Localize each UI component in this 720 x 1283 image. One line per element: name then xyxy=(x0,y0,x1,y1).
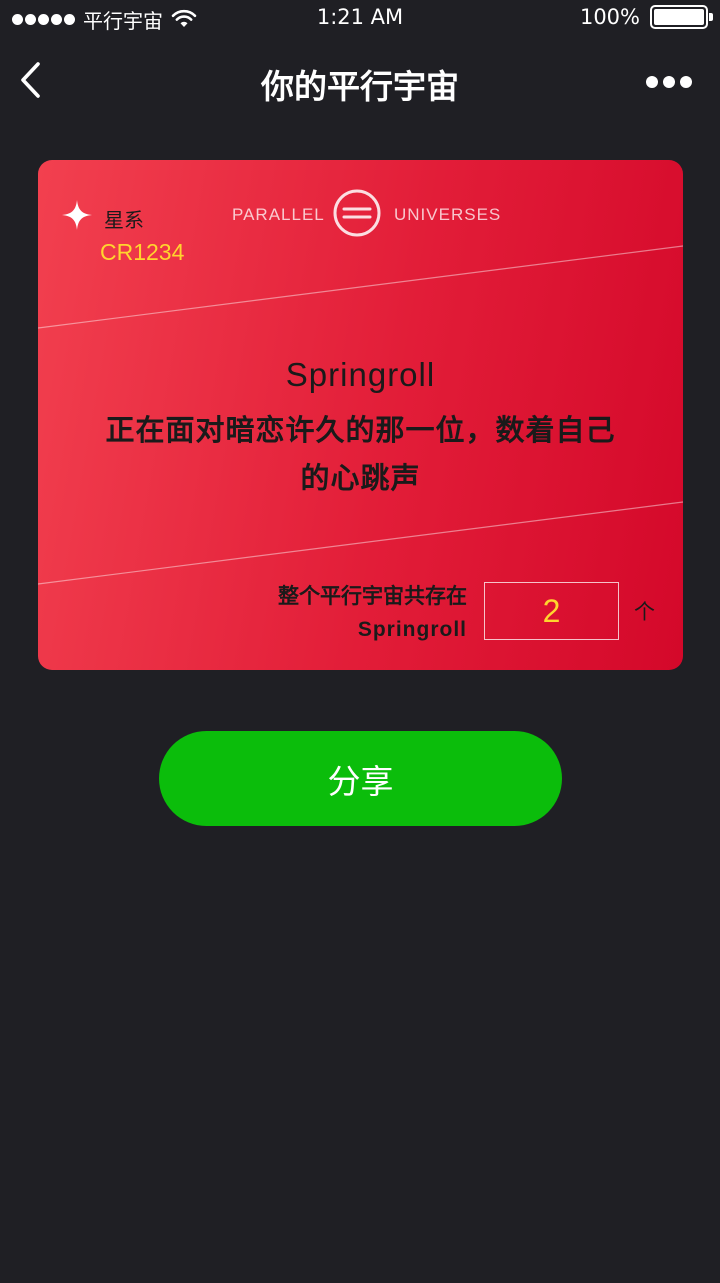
galaxy-code: CR1234 xyxy=(100,239,185,265)
battery-percent: 100% xyxy=(579,5,640,29)
dot xyxy=(646,76,658,88)
count-box: 2 xyxy=(484,582,619,640)
page-title: 你的平行宇宙 xyxy=(261,67,459,106)
count-unit: 个 xyxy=(634,600,655,624)
dot xyxy=(680,76,692,88)
dot xyxy=(663,76,675,88)
parallel-universes-logo-icon xyxy=(333,189,381,237)
share-button[interactable]: 分享 xyxy=(159,731,562,826)
screen: 平行宇宙 1:21 AM 100% 你的平行宇宙 星系 CR1234 PARAL… xyxy=(0,0,720,1283)
user-name: Springroll xyxy=(285,356,436,393)
brand-text-right: UNIVERSES xyxy=(394,205,502,224)
nav-bar: 你的平行宇宙 xyxy=(0,48,720,112)
count-value: 2 xyxy=(542,592,561,629)
count-label: 整个平行宇宙共存在 Springroll xyxy=(278,580,467,646)
count-label-line2: Springroll xyxy=(357,618,467,641)
battery-icon xyxy=(650,5,713,29)
status-right: 100% xyxy=(579,5,713,29)
brand-text-left: PARALLEL xyxy=(232,205,325,224)
universe-quote: 正在面对暗恋许久的那一位，数着自己的心跳声 xyxy=(105,413,616,495)
universe-card: 星系 CR1234 PARALLEL UNIVERSES Springroll … xyxy=(38,160,683,670)
battery-tip xyxy=(709,13,713,21)
battery-fill xyxy=(654,9,704,25)
galaxy-label: 星系 xyxy=(104,208,144,232)
status-bar: 平行宇宙 1:21 AM 100% xyxy=(0,0,720,40)
sparkle-star-icon xyxy=(62,200,92,230)
count-label-line1: 整个平行宇宙共存在 xyxy=(278,584,467,608)
brand-logo: PARALLEL UNIVERSES xyxy=(232,188,532,240)
more-dots-icon[interactable] xyxy=(646,76,692,88)
